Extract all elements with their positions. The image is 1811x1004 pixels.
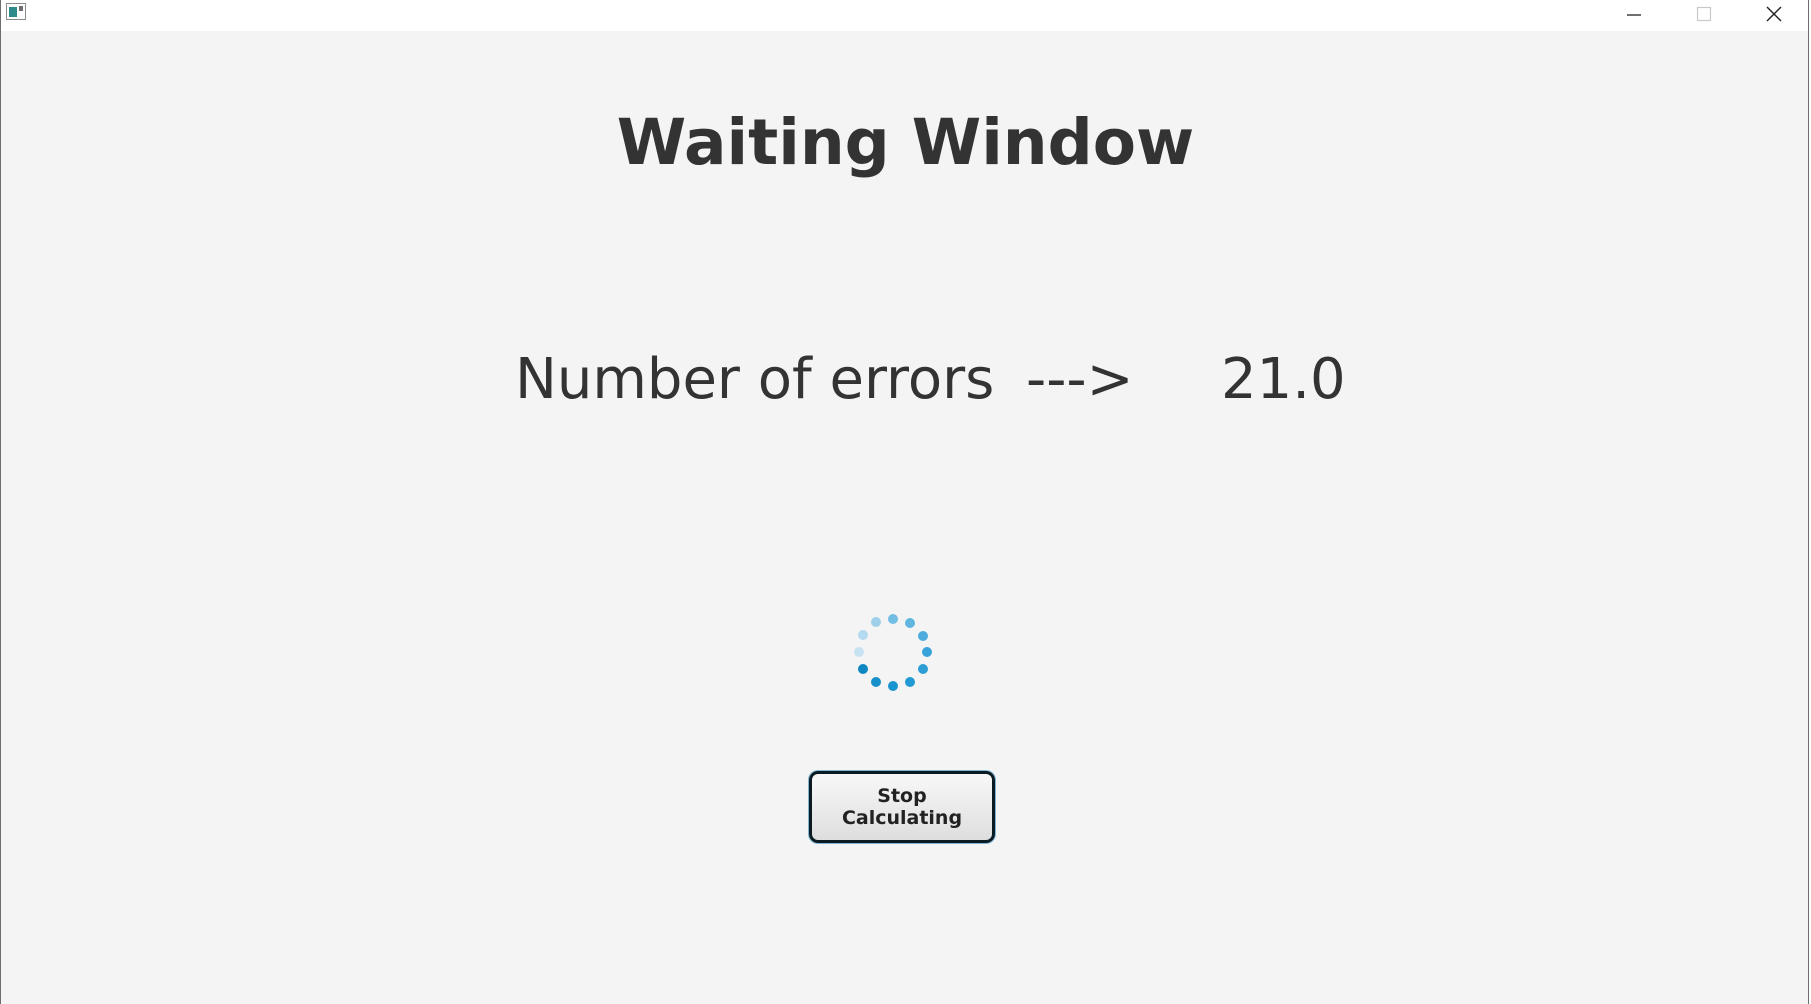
loading-spinner-icon — [852, 611, 934, 693]
close-icon — [1765, 5, 1783, 27]
app-icon — [6, 3, 26, 20]
arrow-text: ---> — [1026, 347, 1134, 412]
stop-calculating-button[interactable]: Stop Calculating — [809, 771, 995, 843]
minimize-icon — [1626, 6, 1642, 26]
errors-label: Number of errors — [515, 347, 995, 412]
maximize-icon — [1696, 6, 1712, 26]
errors-value: 21.0 — [1221, 347, 1346, 412]
close-button[interactable] — [1739, 0, 1809, 31]
title-bar[interactable] — [1, 0, 1808, 31]
minimize-button[interactable] — [1599, 0, 1669, 31]
page-title: Waiting Window — [616, 106, 1195, 179]
maximize-button[interactable] — [1669, 0, 1739, 31]
application-window: Waiting Window Number of errors ---> 21.… — [0, 0, 1809, 1004]
